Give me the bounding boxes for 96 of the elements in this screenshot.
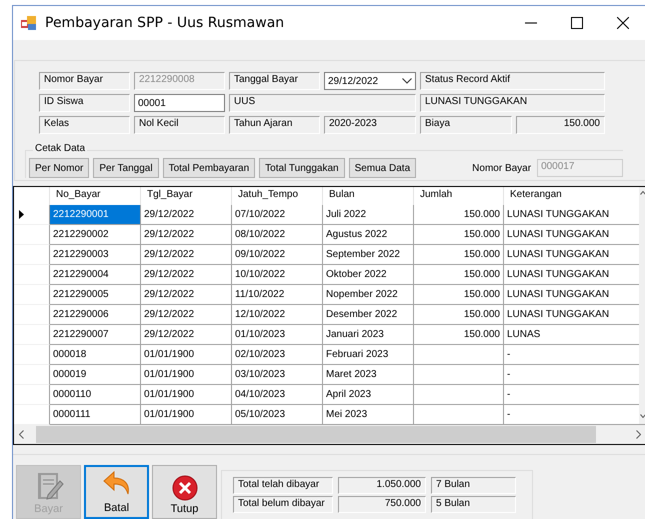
table-cell: 11/10/2022 — [232, 285, 323, 305]
app-icon — [21, 15, 37, 31]
scroll-left-icon[interactable] — [19, 430, 24, 439]
table-cell: 0000110 — [50, 385, 141, 405]
table-cell: 01/01/1900 — [141, 385, 232, 405]
table-cell: Desember 2022 — [323, 305, 414, 325]
summary-label: Total telah dibayar — [233, 477, 333, 494]
vertical-scrollbar[interactable] — [639, 187, 645, 424]
table-cell: September 2022 — [323, 245, 414, 265]
print-button[interactable]: Semua Data — [348, 158, 416, 178]
column-header[interactable]: Jatuh_Tempo — [232, 187, 323, 205]
print-button[interactable]: Total Tunggakan — [259, 158, 345, 178]
close-icon[interactable] — [617, 17, 629, 29]
group-title: Cetak Data — [33, 143, 88, 154]
table-cell: 150.000 — [414, 325, 504, 345]
table-cell: 150.000 — [414, 245, 504, 265]
field-label: Tahun Ajaran — [229, 116, 320, 134]
table-cell: 2212290007 — [50, 325, 141, 345]
date-picker[interactable]: 29/12/2022 — [324, 72, 416, 90]
table-cell: 29/12/2022 — [141, 245, 232, 265]
table-cell: Februari 2023 — [323, 345, 414, 365]
table-cell: 04/10/2023 — [232, 385, 323, 405]
amount-field: 1.050.000 — [338, 477, 426, 494]
scroll-right-icon[interactable] — [636, 430, 641, 439]
table-cell: Januari 2023 — [323, 325, 414, 345]
scroll-up-icon[interactable] — [640, 191, 645, 195]
window-title: Pembayaran SPP - Uus Rusmawan — [45, 15, 286, 31]
maximize-icon[interactable] — [571, 17, 583, 29]
chevron-down-icon[interactable] — [402, 78, 412, 84]
column-header[interactable]: Jumlah — [414, 187, 504, 205]
nomor-bayar-field: 000017 — [537, 159, 623, 177]
table-cell: 2212290002 — [50, 225, 141, 245]
table-cell: 03/10/2023 — [232, 365, 323, 385]
table-cell: 29/12/2022 — [141, 305, 232, 325]
tahun-ajaran-field: 2020-2023 — [324, 116, 416, 134]
table-cell: 150.000 — [414, 225, 504, 245]
table-cell: 29/12/2022 — [141, 325, 232, 345]
table-cell: 150.000 — [414, 305, 504, 325]
table-cell: 09/10/2022 — [232, 245, 323, 265]
horizontal-scrollbar[interactable] — [14, 425, 645, 444]
table-cell: 000019 — [50, 365, 141, 385]
table-cell: 29/12/2022 — [141, 265, 232, 285]
table-cell: 01/01/1900 — [141, 345, 232, 365]
field-label: Kelas — [39, 116, 130, 134]
print-button[interactable]: Total Pembayaran — [162, 158, 256, 178]
action-button[interactable]: Batal — [84, 465, 149, 519]
table-cell: 2212290004 — [50, 265, 141, 285]
field-label: Tanggal Bayar — [229, 72, 320, 90]
scrollbar-thumb[interactable] — [36, 426, 596, 443]
kelas-field: Nol Kecil — [134, 116, 225, 134]
field-label: Nomor Bayar — [39, 72, 130, 90]
months-field: 5 Bulan — [431, 496, 516, 513]
table-cell: 150.000 — [414, 265, 504, 285]
table-cell: 29/12/2022 — [141, 205, 232, 225]
student-name: UUS — [229, 94, 416, 112]
scroll-down-icon[interactable] — [640, 414, 645, 418]
field-label: Nomor Bayar — [472, 162, 532, 174]
table-cell: 150.000 — [414, 205, 504, 225]
table-cell: 000018 — [50, 345, 141, 365]
id-siswa-input[interactable]: 00001 — [134, 94, 225, 112]
table-cell: 01/01/1900 — [141, 365, 232, 385]
table-cell: 01/10/2023 — [232, 325, 323, 345]
table-cell: Maret 2023 — [323, 365, 414, 385]
table-cell: 2212290005 — [50, 285, 141, 305]
table-cell: Nopember 2022 — [323, 285, 414, 305]
table-cell: 29/12/2022 — [141, 225, 232, 245]
table-cell: 12/10/2022 — [232, 305, 323, 325]
action-button[interactable]: Tutup — [152, 465, 217, 519]
amount-field: 750.000 — [338, 496, 426, 513]
print-button[interactable]: Per Tanggal — [93, 158, 159, 178]
column-header[interactable]: Tgl_Bayar — [141, 187, 232, 205]
table-cell: 10/10/2022 — [232, 265, 323, 285]
biaya-field: 150.000 — [516, 116, 605, 134]
table-cell: 07/10/2022 — [232, 205, 323, 225]
field-label: ID Siswa — [39, 94, 130, 112]
summary-label: Total belum dibayar — [233, 496, 333, 513]
row-pointer-icon — [19, 210, 24, 219]
table-cell: April 2023 — [323, 385, 414, 405]
field-label: Biaya — [420, 116, 512, 134]
months-field: 7 Bulan — [431, 477, 516, 494]
status-text: LUNASI TUNGGAKAN — [420, 94, 605, 112]
table-cell: 08/10/2022 — [232, 225, 323, 245]
table-cell: 2212290001 — [50, 205, 141, 225]
status-text: Status Record Aktif — [420, 72, 605, 90]
table-cell: 2212290006 — [50, 305, 141, 325]
print-button[interactable]: Per Nomor — [29, 158, 90, 178]
table-cell: Agustus 2022 — [323, 225, 414, 245]
table-cell: Juli 2022 — [323, 205, 414, 225]
table-cell: 2212290003 — [50, 245, 141, 265]
nomor-bayar-field: 2212290008 — [134, 72, 225, 90]
column-header[interactable]: Bulan — [323, 187, 414, 205]
table-cell: 02/10/2023 — [232, 345, 323, 365]
table-cell: Oktober 2022 — [323, 265, 414, 285]
table-cell: 150.000 — [414, 285, 504, 305]
table-cell: 29/12/2022 — [141, 285, 232, 305]
close-icon — [172, 475, 198, 501]
